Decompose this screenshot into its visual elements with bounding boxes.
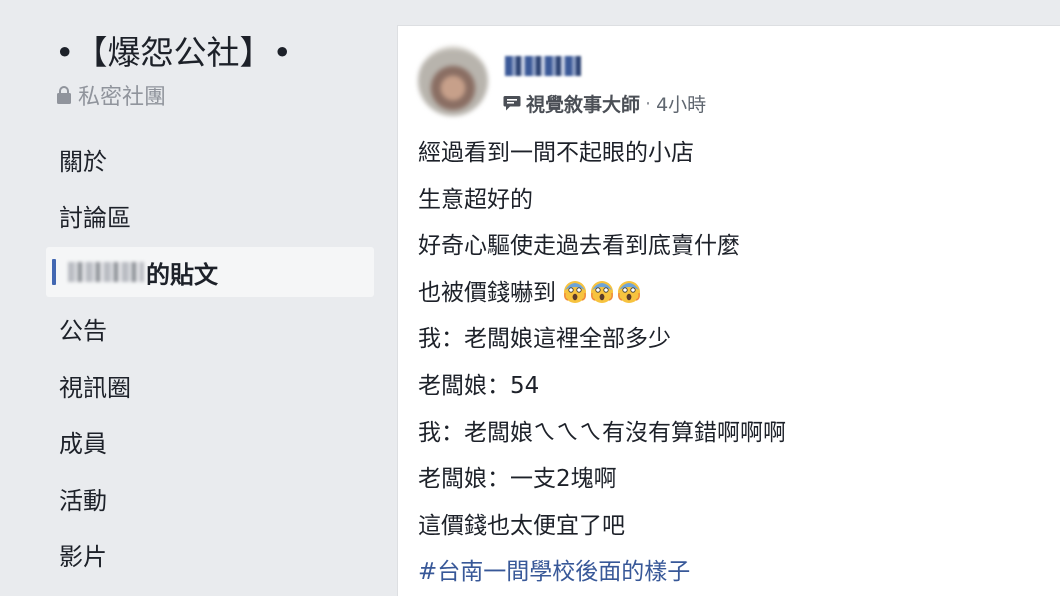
nav-item-video-chat[interactable]: 視訊圈 <box>46 360 374 410</box>
post-line-text: 也被價錢嚇到 <box>418 279 556 306</box>
nav-item-label: 公告 <box>59 317 107 345</box>
group-title[interactable]: •【爆怨公社】• <box>55 26 292 74</box>
meta-separator: · <box>645 92 652 115</box>
author-avatar[interactable] <box>418 46 488 116</box>
post-line: 老闆娘：一支2塊啊 <box>418 466 617 493</box>
lock-icon <box>57 86 71 104</box>
post-line: 我：老闆娘這裡全部多少 <box>418 326 671 353</box>
privacy-label: 私密社團 <box>78 85 167 110</box>
post-meta: 視覺敘事大師 · 4小時 <box>503 90 706 117</box>
top-band <box>397 0 1060 21</box>
nav-item-label: 視訊圈 <box>59 373 131 402</box>
post-timestamp[interactable]: 4小時 <box>656 90 706 117</box>
nav-item-label: 影片 <box>59 543 107 571</box>
post-line: 好奇心驅使走過去看到底賣什麼 <box>418 233 740 260</box>
nav-item-members[interactable]: 成員 <box>46 417 374 467</box>
nav-item-label: 成員 <box>59 430 107 458</box>
group-sidebar: •【爆怨公社】• 私密社團 關於 討論區 的貼文 公告 視訊圈 成員 活動 影片 <box>0 0 385 596</box>
blurred-author-name[interactable] <box>505 56 581 76</box>
nav-item-announcements[interactable]: 公告 <box>46 304 374 354</box>
post-line: 經過看到一間不起眼的小店 <box>418 140 694 166</box>
post-body: 經過看到一間不起眼的小店 生意超好的 好奇心驅使走過去看到底賣什麼 也被價錢嚇到… <box>418 130 1048 596</box>
scream-emoji-icon <box>618 280 641 303</box>
nav-item-member-posts[interactable]: 的貼文 <box>46 247 374 297</box>
nav-item-videos[interactable]: 影片 <box>46 530 374 580</box>
post-line-with-emoji: 也被價錢嚇到 <box>418 270 1048 317</box>
scream-emoji-icon <box>591 280 614 303</box>
nav-item-label: 活動 <box>59 486 107 515</box>
post-line: 生意超好的 <box>418 186 533 213</box>
post-line: 這價錢也太便宜了吧 <box>418 512 625 539</box>
nav-item-label: 的貼文 <box>146 260 218 289</box>
scream-emoji-icon <box>564 280 587 303</box>
member-badge-label[interactable]: 視覺敘事大師 <box>526 90 640 117</box>
nav-item-discussion[interactable]: 討論區 <box>46 191 374 241</box>
nav-item-events[interactable]: 活動 <box>46 473 374 523</box>
group-nav: 關於 討論區 的貼文 公告 視訊圈 成員 活動 影片 <box>46 134 374 586</box>
post-card: 視覺敘事大師 · 4小時 經過看到一間不起眼的小店 生意超好的 好奇心驅使走過去… <box>397 25 1060 596</box>
group-privacy: 私密社團 <box>56 79 166 111</box>
nav-item-about[interactable]: 關於 <box>46 134 374 184</box>
hashtag-link[interactable]: #台南一間學校後面的樣子 <box>418 549 1048 596</box>
nav-item-label: 關於 <box>59 147 107 176</box>
post-line: 我：老闆娘ㄟㄟㄟ有沒有算錯啊啊啊 <box>418 419 786 446</box>
active-indicator <box>52 259 56 285</box>
nav-item-label: 討論區 <box>59 204 131 232</box>
post-line: 老闆娘：54 <box>418 372 540 399</box>
chat-bubble-badge-icon <box>503 96 521 111</box>
blurred-member-name <box>68 262 144 282</box>
